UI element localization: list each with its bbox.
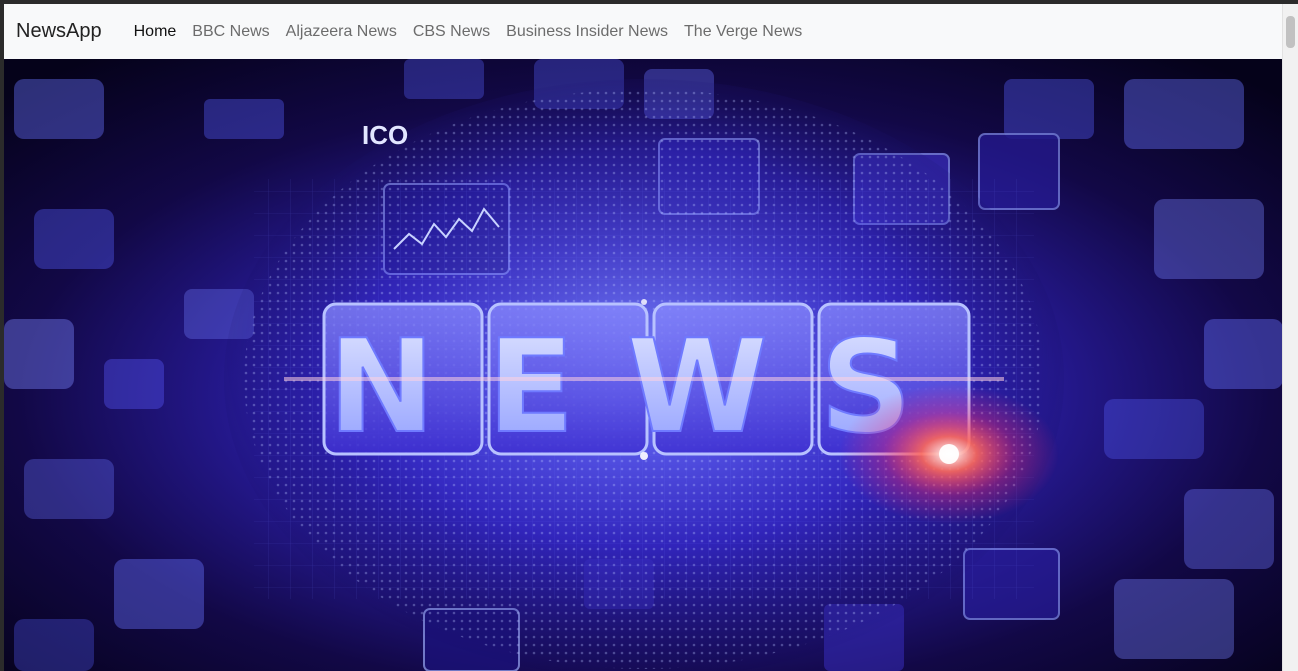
nav-link-home[interactable]: Home [126,23,185,41]
navbar: NewsApp Home BBC News Aljazeera News CBS… [4,4,1283,59]
nav-link-aljazeera-news[interactable]: Aljazeera News [278,23,405,41]
browser-window: NewsApp Home BBC News Aljazeera News CBS… [4,4,1298,671]
ico-label: ICO [362,120,408,150]
hero-image: ICO NEWS [4,59,1283,671]
nav-link-cbs-news[interactable]: CBS News [405,23,498,41]
nav-links: Home BBC News Aljazeera News CBS News Bu… [126,23,811,41]
hero-illustration: ICO NEWS [4,59,1283,671]
scrollbar-thumb[interactable] [1286,16,1295,48]
nav-link-the-verge-news[interactable]: The Verge News [676,23,810,41]
light-streak [284,377,1004,381]
nav-link-bbc-news[interactable]: BBC News [184,23,277,41]
nav-link-business-insider-news[interactable]: Business Insider News [498,23,676,41]
vertical-scrollbar[interactable] [1282,4,1298,671]
brand-link[interactable]: NewsApp [16,20,102,43]
